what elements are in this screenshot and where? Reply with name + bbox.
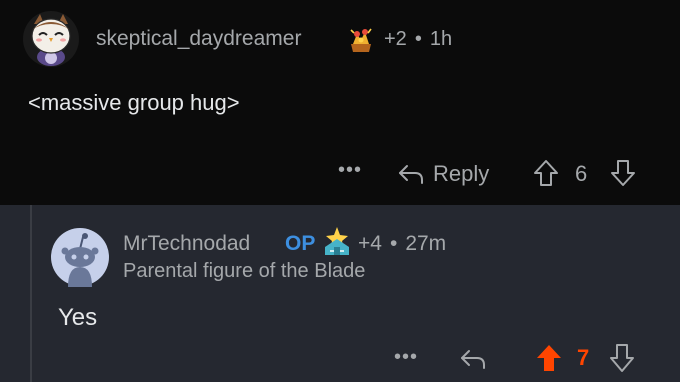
op-badge: OP bbox=[285, 232, 316, 255]
temple-award-icon[interactable] bbox=[322, 225, 352, 257]
timestamp: 27m bbox=[405, 232, 447, 255]
vote-score: 6 bbox=[575, 161, 588, 186]
treasure-award-icon[interactable] bbox=[347, 26, 375, 54]
award-count: +2 bbox=[384, 28, 407, 50]
downvote-icon[interactable] bbox=[610, 159, 636, 187]
upvote-icon[interactable] bbox=[535, 343, 563, 373]
username[interactable]: MrTechnodad bbox=[123, 232, 250, 256]
reply-comment: MrTechnodad OP +4 • 27m Parental figure of… bbox=[0, 205, 680, 382]
username[interactable]: skeptical_daydreamer bbox=[96, 27, 301, 51]
reply-icon[interactable] bbox=[397, 160, 425, 186]
comment-meta: +2 • 1h bbox=[384, 28, 452, 51]
upvote-icon[interactable] bbox=[533, 159, 559, 187]
snoo-avatar-icon[interactable] bbox=[50, 227, 110, 287]
owl-avatar-icon[interactable] bbox=[22, 10, 80, 68]
separator-dot: • bbox=[389, 232, 398, 255]
reply-button[interactable]: Reply bbox=[433, 161, 489, 187]
comment-body: Yes bbox=[58, 304, 98, 331]
comment-meta: +4 • 27m bbox=[358, 232, 446, 256]
downvote-icon[interactable] bbox=[609, 343, 635, 373]
comment-thread: skeptical_daydreamer +2 • 1h <massive grou… bbox=[0, 0, 680, 382]
vote-score: 7 bbox=[577, 345, 590, 370]
thread-line[interactable] bbox=[30, 205, 32, 382]
more-options-button[interactable]: ••• bbox=[338, 160, 362, 180]
separator-dot: • bbox=[414, 28, 422, 50]
more-options-button[interactable]: ••• bbox=[394, 347, 418, 367]
parent-comment: skeptical_daydreamer +2 • 1h <massive grou… bbox=[0, 0, 680, 205]
award-count: +4 bbox=[358, 232, 382, 255]
user-flair: Parental figure of the Blade bbox=[123, 260, 366, 282]
reply-icon[interactable] bbox=[459, 345, 487, 371]
timestamp: 1h bbox=[429, 28, 453, 50]
comment-body: <massive group hug> bbox=[28, 90, 240, 115]
